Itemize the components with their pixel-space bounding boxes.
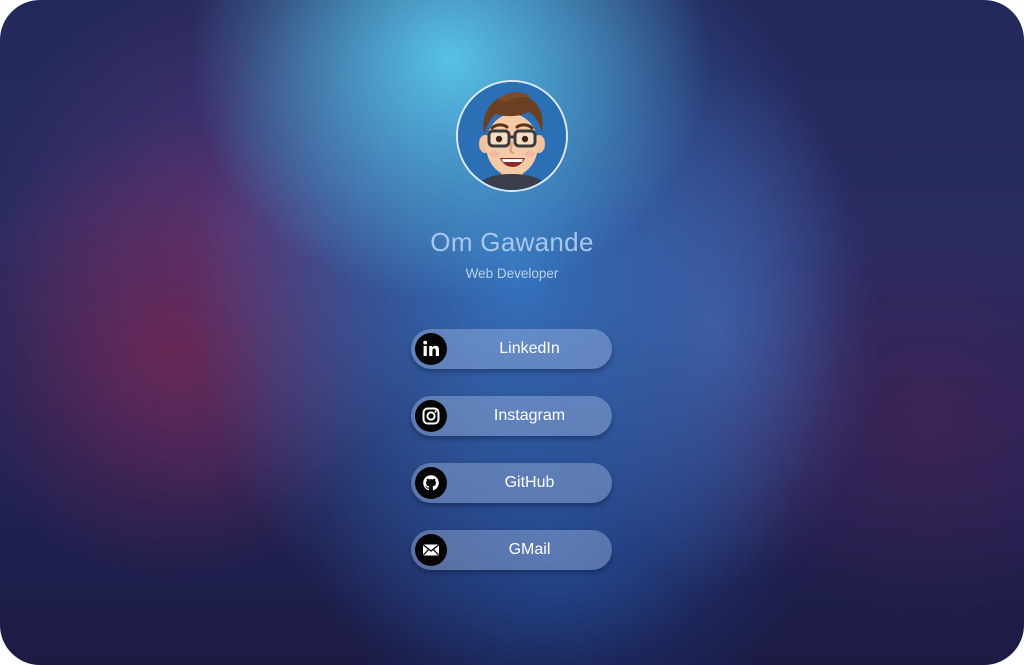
profile-role: Web Developer xyxy=(465,266,559,281)
github-label: GitHub xyxy=(504,474,555,491)
memoji-avatar-icon xyxy=(458,82,566,190)
avatar xyxy=(456,80,568,192)
linkedin-label: LinkedIn xyxy=(499,340,560,357)
profile-name: Om Gawande xyxy=(430,227,594,257)
gmail-label: GMail xyxy=(508,541,551,558)
instagram-icon xyxy=(415,400,447,432)
instagram-label: Instagram xyxy=(493,407,566,424)
profile-card: Om Gawande Web Developer LinkedIn Instag… xyxy=(0,0,1024,665)
mail-icon xyxy=(415,534,447,566)
page-background: Om Gawande Web Developer LinkedIn Instag… xyxy=(0,0,1024,665)
github-button[interactable]: GitHub xyxy=(411,463,612,503)
social-links: LinkedIn Instagram GitHub GMail xyxy=(411,329,612,597)
instagram-button[interactable]: Instagram xyxy=(411,396,612,436)
linkedin-button[interactable]: LinkedIn xyxy=(411,329,612,369)
linkedin-icon xyxy=(415,333,447,365)
github-icon xyxy=(415,467,447,499)
gmail-button[interactable]: GMail xyxy=(411,530,612,570)
